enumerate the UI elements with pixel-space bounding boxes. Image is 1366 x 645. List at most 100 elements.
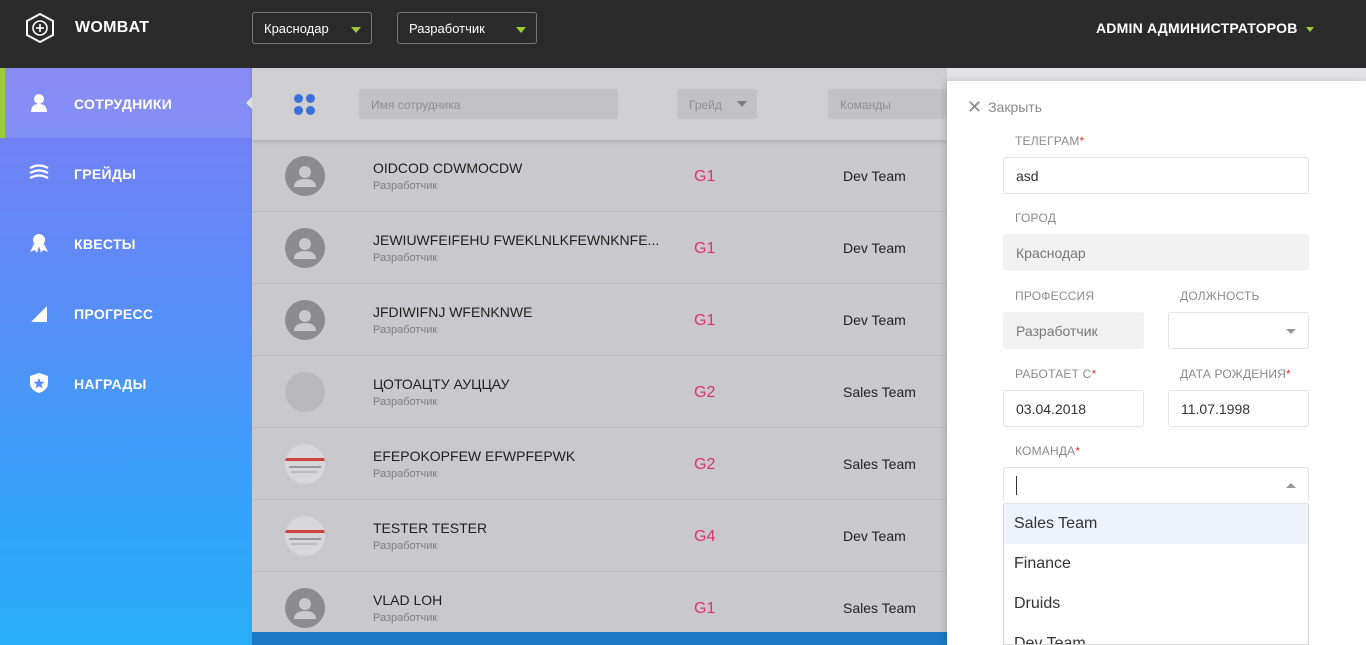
signal-icon xyxy=(31,306,47,322)
profession-label: ПРОФЕССИЯ xyxy=(1015,289,1095,303)
chevron-down-icon xyxy=(351,27,361,33)
employee-grade: G2 xyxy=(694,384,716,401)
teams-filter[interactable]: Команды xyxy=(828,89,947,119)
sidebar-item-label: НАГРАДЫ xyxy=(74,376,147,392)
avatar xyxy=(285,300,325,340)
table-row[interactable]: JEWIUWFEIFEHU FWEKLNLKFEWNKNFE... Разрабо… xyxy=(252,212,947,284)
employee-grade: G2 xyxy=(694,456,716,473)
table-row[interactable]: TESTER TESTER Разработчик G4 Dev Team xyxy=(252,500,947,572)
dropdown-option[interactable]: Sales Team xyxy=(1004,504,1308,544)
text-cursor xyxy=(1016,476,1017,495)
profession-field: Разработчик xyxy=(1003,312,1144,349)
employee-edit-panel: ✕ Закрыть ТЕЛЕГРАМ* asd ГОРОД Краснодар П… xyxy=(947,81,1366,645)
employee-team: Dev Team xyxy=(843,240,906,256)
sidebar: СОТРУДНИКИ ГРЕЙДЫ КВЕСТЫ ПРОГРЕСС НАГРАД… xyxy=(0,68,252,645)
chevron-up-icon xyxy=(1286,483,1296,488)
employee-team: Dev Team xyxy=(843,168,906,184)
telegram-label: ТЕЛЕГРАМ* xyxy=(1015,134,1085,148)
grid-view-icon[interactable] xyxy=(294,94,316,116)
employee-role: Разработчик xyxy=(373,612,438,624)
telegram-input[interactable]: asd xyxy=(1003,157,1309,194)
sidebar-item-rewards[interactable]: НАГРАДЫ xyxy=(0,348,252,418)
chevron-down-icon xyxy=(1305,27,1314,32)
telegram-value: asd xyxy=(1016,168,1039,184)
teams-filter-placeholder: Команды xyxy=(840,98,891,112)
works-since-label: РАБОТАЕТ С* xyxy=(1015,367,1097,381)
employee-role: Разработчик xyxy=(373,468,438,480)
grade-filter[interactable]: Грейд xyxy=(677,89,757,119)
employee-name: VLAD LOH xyxy=(373,592,443,608)
panel-top-strip xyxy=(947,68,1366,81)
profession-value: Разработчик xyxy=(1016,323,1098,339)
employee-role: Разработчик xyxy=(373,180,438,192)
employee-team: Dev Team xyxy=(843,528,906,544)
table-row[interactable]: JFDIWIFNJ WFENKNWE Разработчик G1 Dev Team xyxy=(252,284,947,356)
employee-role: Разработчик xyxy=(373,540,438,552)
profession-select-value: Разработчик xyxy=(409,21,485,36)
table-row[interactable]: OIDCOD CDWMOCDW Разработчик G1 Dev Team xyxy=(252,140,947,212)
employee-name: ЦОТОАЦТУ АУЦЦАУ xyxy=(373,376,510,392)
employee-grade: G4 xyxy=(694,528,716,545)
birthdate-label: ДАТА РОЖДЕНИЯ* xyxy=(1180,367,1291,381)
logo-icon[interactable] xyxy=(26,13,54,43)
sidebar-item-label: КВЕСТЫ xyxy=(74,236,136,252)
employee-grade: G1 xyxy=(694,600,716,617)
position-select[interactable] xyxy=(1168,312,1309,349)
user-menu[interactable]: ADMIN АДМИНИСТРАТОРОВ xyxy=(1096,20,1314,36)
employee-name: EFEPOKOPFEW EFWPFEPWK xyxy=(373,448,576,464)
employee-team: Sales Team xyxy=(843,456,916,472)
city-label: ГОРОД xyxy=(1015,211,1057,225)
sidebar-item-progress[interactable]: ПРОГРЕСС xyxy=(0,278,252,348)
sidebar-item-grades[interactable]: ГРЕЙДЫ xyxy=(0,138,252,208)
city-field: Краснодар xyxy=(1003,234,1309,271)
employee-team: Dev Team xyxy=(843,312,906,328)
close-label: Закрыть xyxy=(988,99,1043,115)
employee-role: Разработчик xyxy=(373,396,438,408)
table-row[interactable]: ЦОТОАЦТУ АУЦЦАУ Разработчик G2 Sales Team xyxy=(252,356,947,428)
city-value: Краснодар xyxy=(1016,245,1086,261)
bottom-strip xyxy=(252,632,947,645)
team-select[interactable] xyxy=(1003,467,1309,504)
birthdate-input[interactable]: 11.07.1998 xyxy=(1168,390,1309,427)
avatar xyxy=(285,444,325,484)
close-button[interactable]: ✕ Закрыть xyxy=(967,97,1042,118)
employee-name: TESTER TESTER xyxy=(373,520,488,536)
table-row[interactable]: EFEPOKOPFEW EFWPFEPWK Разработчик G2 Sales … xyxy=(252,428,947,500)
filter-bar: Имя сотрудника Грейд Команды xyxy=(252,68,947,140)
sidebar-item-label: ПРОГРЕСС xyxy=(74,306,154,322)
works-since-value: 03.04.2018 xyxy=(1016,401,1087,417)
dropdown-option[interactable]: Finance xyxy=(1004,544,1308,584)
employee-role: Разработчик xyxy=(373,252,438,264)
position-label: ДОЛЖНОСТЬ xyxy=(1180,289,1260,303)
avatar xyxy=(285,372,325,412)
city-select-value: Краснодар xyxy=(264,21,329,36)
sidebar-item-employees[interactable]: СОТРУДНИКИ xyxy=(0,68,252,138)
user-name: ADMIN АДМИНИСТРАТОРОВ xyxy=(1096,20,1298,36)
dropdown-option[interactable]: Dev Team xyxy=(1004,624,1308,644)
birthdate-value: 11.07.1998 xyxy=(1181,401,1251,417)
profession-select[interactable]: Разработчик xyxy=(397,12,537,44)
user-icon xyxy=(31,94,47,112)
employee-grade: G1 xyxy=(694,168,716,185)
employee-grade: G1 xyxy=(694,312,716,329)
employee-team: Sales Team xyxy=(843,600,916,616)
team-dropdown: Sales Team Finance Druids Dev Team xyxy=(1003,504,1309,645)
employee-role: Разработчик xyxy=(373,324,438,336)
sidebar-item-quests[interactable]: КВЕСТЫ xyxy=(0,208,252,278)
employee-grade: G1 xyxy=(694,240,716,257)
employee-name: JEWIUWFEIFEHU FWEKLNLKFEWNKNFE... xyxy=(373,232,660,248)
badge-icon xyxy=(30,234,48,253)
sidebar-item-label: СОТРУДНИКИ xyxy=(74,96,173,112)
employee-name-filter[interactable]: Имя сотрудника xyxy=(359,89,618,119)
works-since-input[interactable]: 03.04.2018 xyxy=(1003,390,1144,427)
city-select[interactable]: Краснодар xyxy=(252,12,372,44)
app-title[interactable]: WOMBAT xyxy=(75,19,149,37)
close-icon: ✕ xyxy=(967,97,983,117)
avatar xyxy=(285,588,325,628)
top-bar: WOMBAT Краснодар Разработчик ADMIN АДМИН… xyxy=(0,0,1366,68)
chevron-down-icon xyxy=(516,27,526,33)
layers-icon xyxy=(29,164,49,179)
grade-filter-placeholder: Грейд xyxy=(689,98,722,112)
dropdown-option[interactable]: Druids xyxy=(1004,584,1308,624)
employee-team: Sales Team xyxy=(843,384,916,400)
